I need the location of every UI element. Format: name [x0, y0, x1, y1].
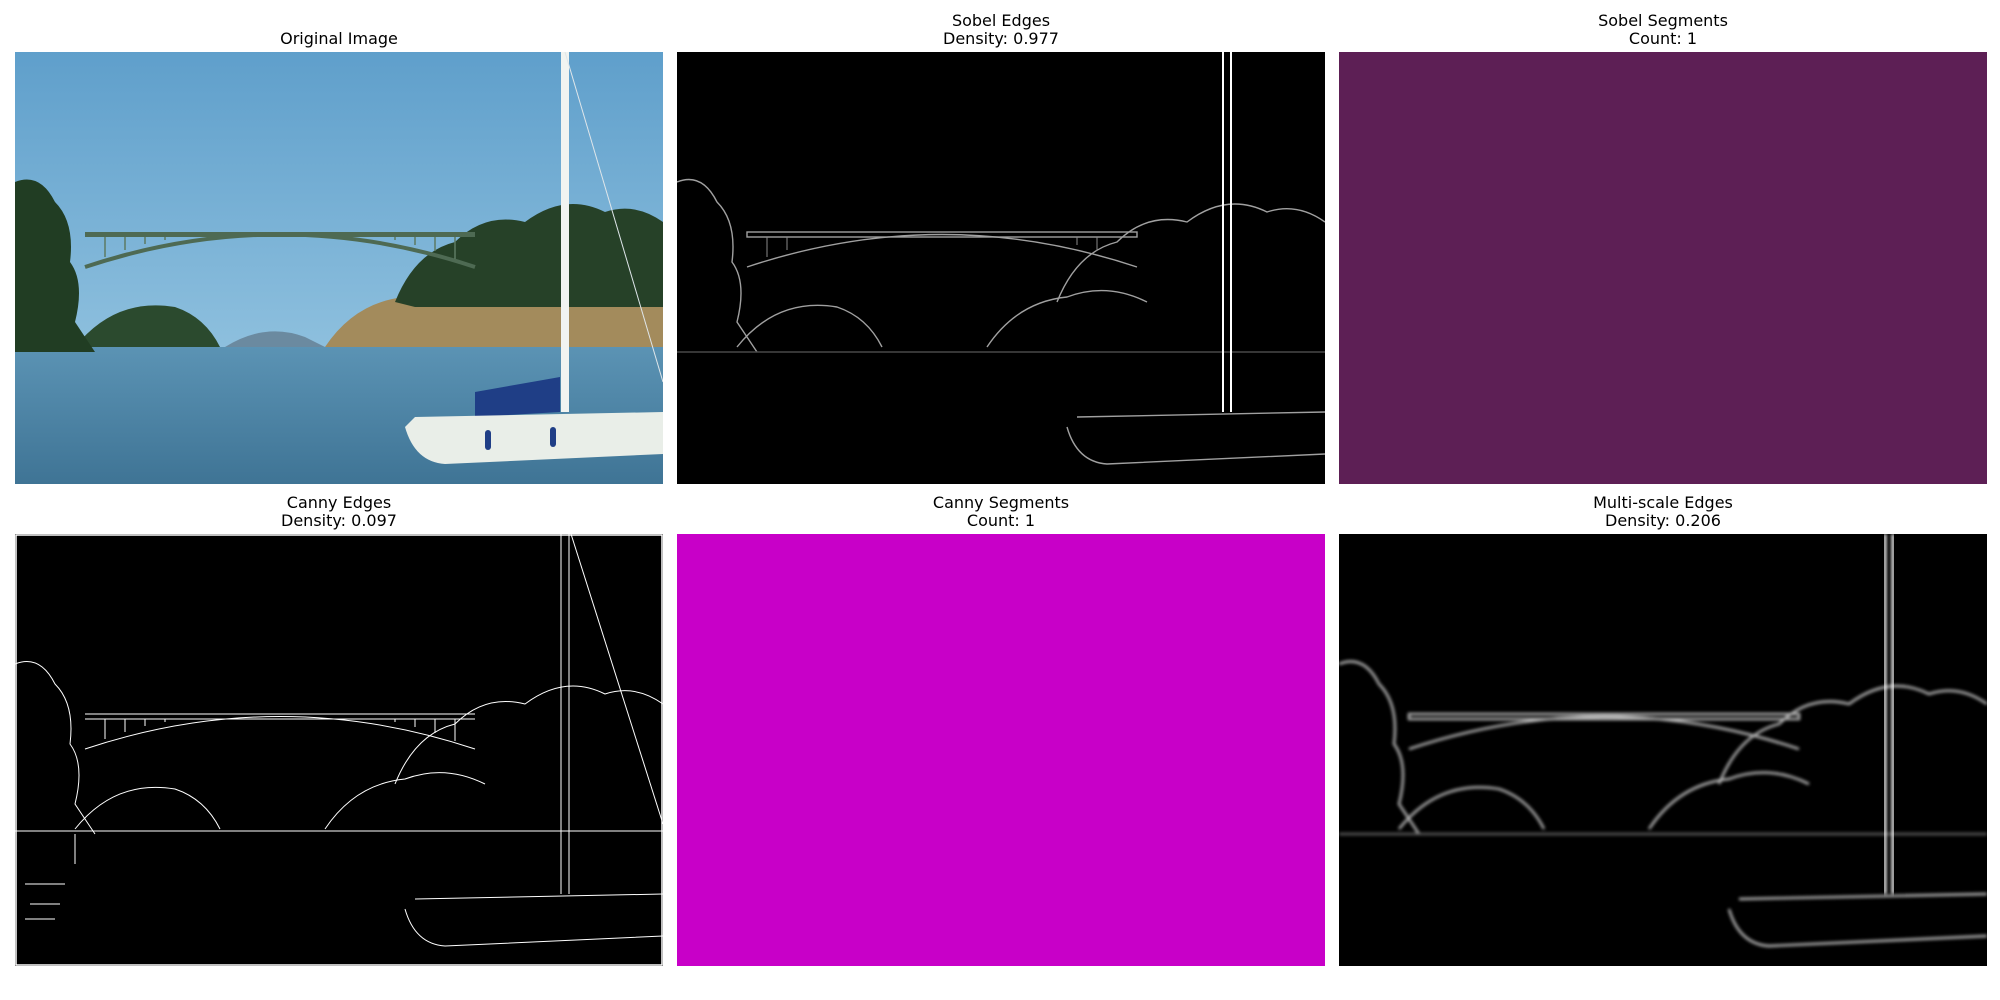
canny-segments-image — [677, 534, 1325, 966]
original-image — [15, 52, 663, 484]
multiscale-edges-image — [1339, 534, 1987, 966]
panel-subtitle-text: Count: 1 — [966, 511, 1036, 530]
panel-title: Original Image — [15, 30, 663, 48]
panel-title-text: Canny Edges — [286, 493, 392, 512]
sobel-segments-image — [1339, 52, 1987, 484]
panel-title-text: Canny Segments — [932, 493, 1070, 512]
panel-title-text: Multi-scale Edges — [1593, 493, 1733, 512]
panel-title: Canny Edges Density: 0.097 — [15, 494, 663, 530]
sobel-edges-image — [677, 52, 1325, 484]
canny-edges-image — [15, 534, 663, 966]
panel-title-text: Original Image — [280, 29, 398, 48]
panel-title: Canny Segments Count: 1 — [677, 494, 1325, 530]
panel-subtitle-text: Density: 0.977 — [943, 29, 1059, 48]
panel-title: Sobel Edges Density: 0.977 — [677, 12, 1325, 48]
panel-title: Multi-scale Edges Density: 0.206 — [1339, 494, 1987, 530]
panel-title: Sobel Segments Count: 1 — [1339, 12, 1987, 48]
panel-title-text: Sobel Segments — [1598, 11, 1728, 30]
panel-title-text: Sobel Edges — [951, 11, 1051, 30]
panel-subtitle-text: Density: 0.097 — [281, 511, 397, 530]
panel-subtitle-text: Count: 1 — [1628, 29, 1698, 48]
panel-subtitle-text: Density: 0.206 — [1605, 511, 1721, 530]
